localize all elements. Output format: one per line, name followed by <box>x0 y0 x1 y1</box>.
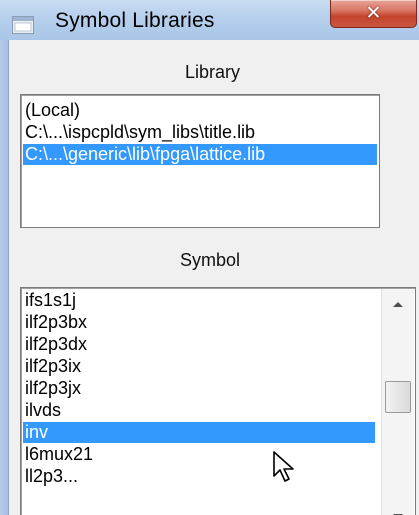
close-icon: ✕ <box>365 2 382 24</box>
symbol-item[interactable]: ilf2p3jx <box>23 378 375 399</box>
close-button[interactable]: ✕ <box>330 0 417 28</box>
library-item-local[interactable]: (Local) <box>23 100 377 121</box>
title-bar[interactable]: Symbol Libraries ✕ <box>0 0 419 40</box>
scroll-down-button[interactable] <box>382 507 414 515</box>
library-label: Library <box>185 62 241 82</box>
symbol-item[interactable]: ll2p3... <box>23 466 375 487</box>
symbol-label: Symbol <box>180 250 241 270</box>
window-left-frame <box>0 40 8 515</box>
symbol-listbox[interactable]: ifs1s1j ilf2p3bx ilf2p3dx ilf2p3ix ilf2p… <box>20 287 416 515</box>
symbol-item[interactable]: ilf2p3ix <box>23 356 375 377</box>
dialog-body: Library (Local) C:\...\ispcpld\sym_libs\… <box>8 40 419 515</box>
window-title: Symbol Libraries <box>55 9 215 32</box>
symbol-scrollbar[interactable] <box>381 289 414 515</box>
symbol-item[interactable]: ilvds <box>23 400 375 421</box>
arrow-up-icon <box>393 301 403 307</box>
symbol-item[interactable]: ilf2p3dx <box>23 334 375 355</box>
window-icon <box>12 16 34 34</box>
symbol-item[interactable]: ilf2p3bx <box>23 312 375 333</box>
library-item-title-lib[interactable]: C:\...\ispcpld\sym_libs\title.lib <box>23 122 377 143</box>
symbol-item[interactable]: ifs1s1j <box>23 290 375 311</box>
symbol-item[interactable]: l6mux21 <box>23 444 375 465</box>
scroll-thumb[interactable] <box>385 381 411 413</box>
library-listbox[interactable]: (Local) C:\...\ispcpld\sym_libs\title.li… <box>20 94 380 228</box>
mouse-pointer-icon <box>273 451 294 482</box>
symbol-libraries-window: Symbol Libraries ✕ Library (Local) C:\..… <box>0 0 419 515</box>
symbol-item-selected[interactable]: inv <box>23 422 375 443</box>
library-item-lattice-lib[interactable]: C:\...\generic\lib\fpga\lattice.lib <box>23 144 377 165</box>
scroll-up-button[interactable] <box>382 289 414 319</box>
